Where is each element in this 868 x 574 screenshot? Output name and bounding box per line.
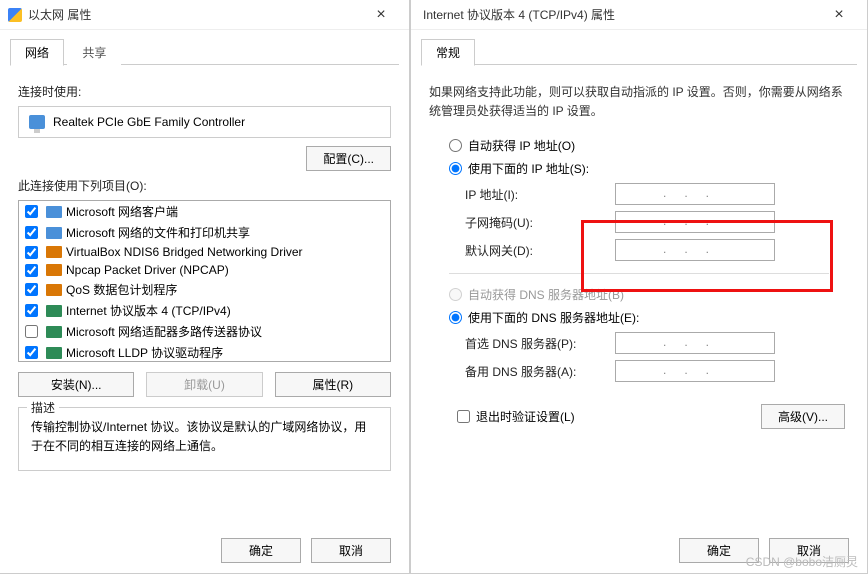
item-label: Microsoft 网络客户端 xyxy=(66,203,178,220)
component-icon xyxy=(46,246,62,258)
ipv4-properties-window: Internet 协议版本 4 (TCP/IPv4) 属性 × 常规 如果网络支… xyxy=(410,0,868,574)
description-title: 描述 xyxy=(27,399,59,416)
subnet-mask-input[interactable]: ... xyxy=(615,211,775,233)
components-listbox[interactable]: Microsoft 网络客户端 Microsoft 网络的文件和打印机共享 Virt… xyxy=(18,200,391,362)
intro-text: 如果网络支持此功能，则可以获取自动指派的 IP 设置。否则，你需要从网络系统管理… xyxy=(429,83,849,121)
auto-dns-radio xyxy=(449,288,462,301)
item-checkbox[interactable] xyxy=(25,226,38,239)
preferred-dns-input[interactable]: ... xyxy=(615,332,775,354)
uses-items-label: 此连接使用下列项目(O): xyxy=(18,177,391,194)
gateway-input[interactable]: ... xyxy=(615,239,775,261)
uninstall-button: 卸载(U) xyxy=(146,372,262,397)
tab-strip: 网络 共享 xyxy=(0,30,409,65)
component-icon xyxy=(46,264,62,276)
component-icon xyxy=(46,284,62,296)
item-checkbox[interactable] xyxy=(25,346,38,359)
validate-checkbox[interactable] xyxy=(457,410,470,423)
list-item[interactable]: Microsoft 网络适配器多路传送器协议 xyxy=(19,321,390,342)
ethernet-properties-window: 以太网 属性 × 网络 共享 连接时使用: Realtek PCIe GbE F… xyxy=(0,0,410,574)
item-checkbox[interactable] xyxy=(25,304,38,317)
list-item[interactable]: Npcap Packet Driver (NPCAP) xyxy=(19,261,390,279)
tab-network[interactable]: 网络 xyxy=(10,39,64,66)
list-item[interactable]: Microsoft 网络的文件和打印机共享 xyxy=(19,222,390,243)
auto-ip-radio-row[interactable]: 自动获得 IP 地址(O) xyxy=(449,137,849,154)
configure-button[interactable]: 配置(C)... xyxy=(306,146,391,171)
ip-address-input[interactable]: ... xyxy=(615,183,775,205)
item-label: Microsoft LLDP 协议驱动程序 xyxy=(66,344,223,361)
item-checkbox[interactable] xyxy=(25,325,38,338)
titlebar: Internet 协议版本 4 (TCP/IPv4) 属性 × xyxy=(411,0,867,30)
item-label: Internet 协议版本 4 (TCP/IPv4) xyxy=(66,302,231,319)
network-adapter-icon xyxy=(29,115,45,129)
list-item[interactable]: Internet 协议版本 4 (TCP/IPv4) xyxy=(19,300,390,321)
component-icon xyxy=(46,305,62,317)
shield-icon xyxy=(8,8,22,22)
adapter-name: Realtek PCIe GbE Family Controller xyxy=(53,115,245,129)
alternate-dns-input[interactable]: ... xyxy=(615,360,775,382)
item-checkbox[interactable] xyxy=(25,283,38,296)
item-checkbox[interactable] xyxy=(25,264,38,277)
component-icon xyxy=(46,326,62,338)
manual-ip-label: 使用下面的 IP 地址(S): xyxy=(468,160,589,177)
properties-button[interactable]: 属性(R) xyxy=(275,372,391,397)
item-label: Microsoft 网络的文件和打印机共享 xyxy=(66,224,250,241)
list-item[interactable]: Microsoft LLDP 协议驱动程序 xyxy=(19,342,390,362)
tab-sharing[interactable]: 共享 xyxy=(67,39,121,66)
item-label: Npcap Packet Driver (NPCAP) xyxy=(66,263,229,277)
component-icon xyxy=(46,347,62,359)
auto-dns-radio-row: 自动获得 DNS 服务器地址(B) xyxy=(449,286,849,303)
validate-label: 退出时验证设置(L) xyxy=(476,408,575,425)
auto-dns-label: 自动获得 DNS 服务器地址(B) xyxy=(468,286,624,303)
auto-ip-radio[interactable] xyxy=(449,139,462,152)
window-title: Internet 协议版本 4 (TCP/IPv4) 属性 xyxy=(419,6,819,23)
install-button[interactable]: 安装(N)... xyxy=(18,372,134,397)
list-item[interactable]: VirtualBox NDIS6 Bridged Networking Driv… xyxy=(19,243,390,261)
titlebar: 以太网 属性 × xyxy=(0,0,409,30)
ip-address-label: IP 地址(I): xyxy=(465,186,615,203)
item-label: QoS 数据包计划程序 xyxy=(66,281,177,298)
close-icon[interactable]: × xyxy=(819,6,859,24)
content-area: 如果网络支持此功能，则可以获取自动指派的 IP 设置。否则，你需要从网络系统管理… xyxy=(411,65,867,441)
tab-general[interactable]: 常规 xyxy=(421,39,475,66)
component-icon xyxy=(46,206,62,218)
item-checkbox[interactable] xyxy=(25,246,38,259)
manual-dns-radio-row[interactable]: 使用下面的 DNS 服务器地址(E): xyxy=(449,309,849,326)
description-group: 描述 传输控制协议/Internet 协议。该协议是默认的广域网络协议，用于在不… xyxy=(18,407,391,471)
item-checkbox[interactable] xyxy=(25,205,38,218)
cancel-button[interactable]: 取消 xyxy=(311,538,391,563)
window-title: 以太网 属性 xyxy=(28,6,361,23)
connect-using-label: 连接时使用: xyxy=(18,83,391,100)
advanced-button[interactable]: 高级(V)... xyxy=(761,404,845,429)
list-item[interactable]: Microsoft 网络客户端 xyxy=(19,201,390,222)
auto-ip-label: 自动获得 IP 地址(O) xyxy=(468,137,575,154)
manual-ip-radio-row[interactable]: 使用下面的 IP 地址(S): xyxy=(449,160,849,177)
description-text: 传输控制协议/Internet 协议。该协议是默认的广域网络协议，用于在不同的相… xyxy=(31,418,378,456)
gateway-label: 默认网关(D): xyxy=(465,242,615,259)
manual-dns-label: 使用下面的 DNS 服务器地址(E): xyxy=(468,309,639,326)
component-icon xyxy=(46,227,62,239)
manual-ip-radio[interactable] xyxy=(449,162,462,175)
item-label: VirtualBox NDIS6 Bridged Networking Driv… xyxy=(66,245,303,259)
close-icon[interactable]: × xyxy=(361,6,401,24)
alternate-dns-label: 备用 DNS 服务器(A): xyxy=(465,363,615,380)
list-item[interactable]: QoS 数据包计划程序 xyxy=(19,279,390,300)
subnet-mask-label: 子网掩码(U): xyxy=(465,214,615,231)
tab-strip: 常规 xyxy=(411,30,867,65)
item-label: Microsoft 网络适配器多路传送器协议 xyxy=(66,323,262,340)
adapter-box[interactable]: Realtek PCIe GbE Family Controller xyxy=(18,106,391,138)
manual-dns-radio[interactable] xyxy=(449,311,462,324)
watermark: CSDN @bobo洁厕灵 xyxy=(746,553,858,570)
preferred-dns-label: 首选 DNS 服务器(P): xyxy=(465,335,615,352)
content-area: 连接时使用: Realtek PCIe GbE Family Controlle… xyxy=(0,65,409,483)
ok-button[interactable]: 确定 xyxy=(221,538,301,563)
